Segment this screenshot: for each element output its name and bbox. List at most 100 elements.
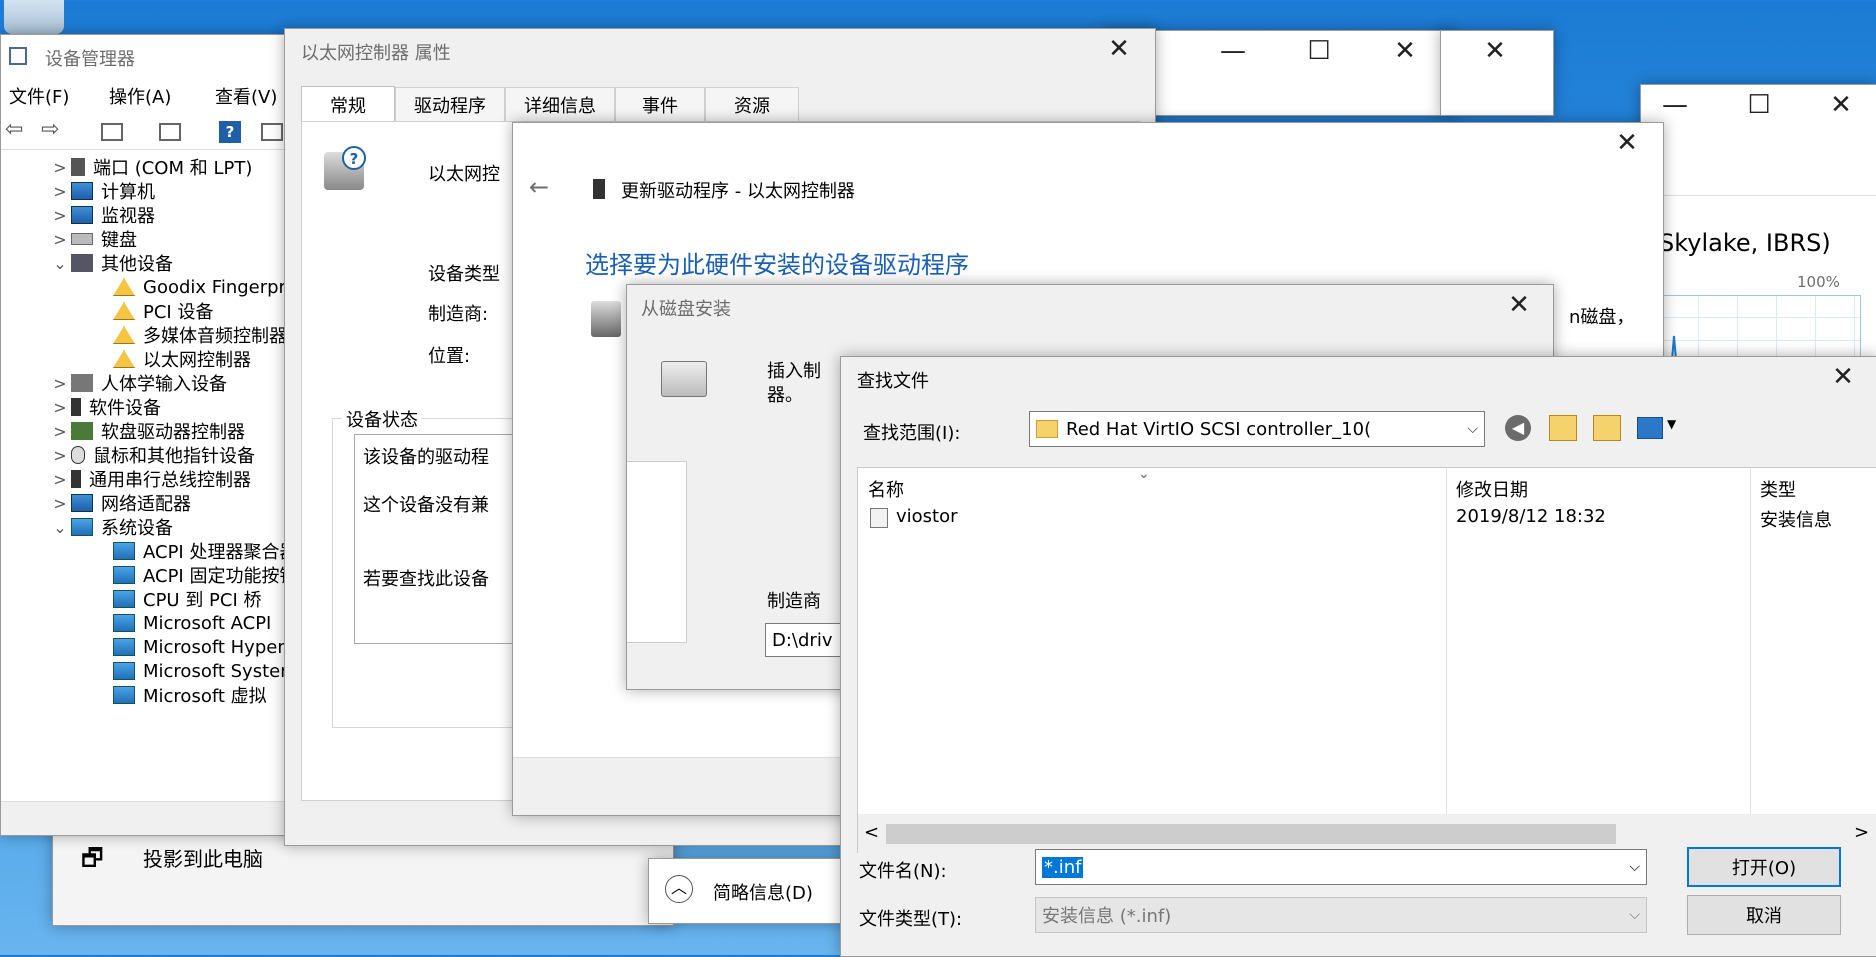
file-list[interactable]: 名称 ⌄ 修改日期 类型 viostor 2019/8/12 18:32 安装信…: [857, 466, 1876, 854]
chevron-down-icon: ⌵: [1467, 421, 1478, 437]
new-folder-icon[interactable]: [1593, 415, 1621, 441]
file-row[interactable]: viostor 2019/8/12 18:32 安装信息: [864, 502, 1874, 532]
expand-arrow-icon[interactable]: >: [49, 182, 71, 201]
column-header-date[interactable]: 修改日期: [1456, 476, 1528, 502]
menu-action[interactable]: 操作(A): [109, 83, 171, 109]
forward-arrow-icon[interactable]: ⇨: [41, 117, 59, 142]
scan-icon[interactable]: [261, 123, 283, 141]
column-header-type[interactable]: 类型: [1760, 476, 1796, 502]
tree-label: Microsoft ACPI: [143, 612, 272, 634]
chevron-down-icon: ⌵: [1629, 907, 1640, 923]
cancel-button[interactable]: 取消: [1687, 895, 1841, 935]
expand-arrow-icon[interactable]: >: [49, 446, 71, 465]
device-icon: [591, 301, 621, 337]
cpu-percent: 100%: [1797, 273, 1840, 291]
filename-value: *.inf: [1042, 856, 1084, 878]
collapse-chevron-icon[interactable]: ︿: [665, 875, 693, 903]
column-header-name[interactable]: 名称: [868, 476, 904, 502]
dialog-title: 以太网控制器 属性: [301, 43, 451, 64]
system-device-icon: [113, 686, 135, 704]
scroll-thumb[interactable]: [886, 824, 1616, 844]
menu-file[interactable]: 文件(F): [9, 83, 69, 109]
find-file-window: 查找文件 ✕ 查找范围(I): Red Hat VirtIO SCSI cont…: [840, 356, 1876, 957]
scroll-left-icon[interactable]: <: [864, 822, 879, 843]
device-name: 以太网控: [428, 164, 500, 185]
filetype-dropdown[interactable]: 安装信息 (*.inf) ⌵: [1035, 897, 1647, 933]
device-type-label: 设备类型: [428, 264, 500, 285]
look-in-dropdown[interactable]: Red Hat VirtIO SCSI controller_10( ⌵: [1029, 411, 1485, 447]
expand-arrow-icon[interactable]: >: [49, 374, 71, 393]
properties-icon[interactable]: [101, 123, 123, 141]
horizontal-scrollbar[interactable]: [1, 801, 291, 835]
toolbar: ⇦ ⇨ ?: [1, 115, 291, 150]
recycle-bin-icon[interactable]: [4, 0, 64, 34]
tab-general[interactable]: 常规: [301, 86, 395, 122]
filetype-value: 安装信息 (*.inf): [1042, 906, 1172, 927]
tree-item[interactable]: Microsoft 虚拟: [113, 681, 267, 709]
back-icon[interactable]: ◀: [1505, 415, 1531, 441]
warning-icon: [113, 278, 135, 296]
floppy-disk-icon: [661, 361, 707, 397]
expand-arrow-icon[interactable]: >: [49, 422, 71, 441]
tab-events[interactable]: 事件: [615, 87, 705, 121]
menu-view[interactable]: 查看(V): [215, 83, 277, 109]
expand-arrow-icon[interactable]: >: [49, 494, 71, 513]
expand-arrow-icon[interactable]: >: [49, 470, 71, 489]
filename-input[interactable]: *.inf ⌵: [1035, 849, 1647, 885]
other-devices-icon: [71, 254, 93, 272]
system-device-icon: [113, 566, 135, 584]
system-devices-icon: [71, 518, 93, 536]
close-icon[interactable]: ✕: [1485, 285, 1553, 325]
up-folder-icon[interactable]: [1549, 415, 1577, 441]
system-device-icon: [113, 590, 135, 608]
dialog-title: 查找文件: [857, 371, 929, 392]
maximize-icon[interactable]: ☐: [1285, 31, 1353, 71]
close-icon[interactable]: ✕: [1371, 31, 1439, 71]
status-line: 若要查找此设备: [363, 569, 489, 590]
collapse-arrow-icon[interactable]: ⌄: [49, 254, 71, 273]
wizard-trailing-text: n磁盘，: [1569, 307, 1635, 328]
expand-arrow-icon[interactable]: >: [49, 158, 71, 177]
expand-arrow-icon[interactable]: >: [49, 230, 71, 249]
close-icon[interactable]: ✕: [1085, 29, 1153, 69]
open-button[interactable]: 打开(O): [1687, 847, 1841, 887]
close-icon[interactable]: ✕: [1593, 123, 1661, 163]
tab-strip: 常规 驱动程序 详细信息 事件 资源: [301, 86, 1141, 122]
back-arrow-icon[interactable]: ⇦: [5, 117, 23, 142]
scroll-right-icon[interactable]: >: [1854, 822, 1869, 843]
look-in-label: 查找范围(I):: [863, 423, 961, 444]
device-tree: > 端口 (COM 和 LPT) > 计算机 > 监视器 > 键盘 ⌄ 其他设备 Good…: [1, 153, 291, 803]
maximize-icon[interactable]: ☐: [1725, 85, 1793, 125]
close-icon[interactable]: ✕: [1809, 357, 1876, 397]
minimize-icon[interactable]: —: [1199, 31, 1267, 71]
project-label[interactable]: 投影到此电脑: [143, 843, 263, 872]
cpu-name: Skylake, IBRS): [1659, 229, 1831, 257]
minimize-icon[interactable]: —: [1641, 85, 1709, 125]
wizard-title: 更新驱动程序 - 以太网控制器: [621, 181, 855, 202]
system-device-icon: [113, 614, 135, 632]
close-icon[interactable]: ✕: [1461, 31, 1529, 71]
device-manager-window: 设备管理器 文件(F) 操作(A) 查看(V) ⇦ ⇨ ? > 端口 (COM 和…: [0, 34, 292, 836]
view-icon[interactable]: [159, 123, 181, 141]
tab-resources[interactable]: 资源: [705, 87, 799, 121]
expand-arrow-icon[interactable]: >: [49, 206, 71, 225]
filename-label: 文件名(N):: [859, 861, 947, 882]
view-menu-icon[interactable]: [1637, 417, 1663, 439]
file-name: viostor: [896, 506, 958, 527]
close-icon[interactable]: ✕: [1807, 85, 1875, 125]
chevron-down-icon[interactable]: ⌵: [1629, 859, 1640, 875]
expand-arrow-icon[interactable]: >: [49, 398, 71, 417]
collapse-arrow-icon[interactable]: ⌄: [49, 518, 71, 537]
port-icon: [71, 158, 85, 176]
status-group-label: 设备状态: [342, 406, 422, 432]
status-line: 这个设备没有兼: [363, 495, 489, 516]
brief-info-label[interactable]: 简略信息(D): [713, 879, 813, 905]
back-arrow-icon[interactable]: ←: [529, 173, 549, 201]
device-manager-icon: [9, 47, 27, 65]
help-icon[interactable]: ?: [219, 121, 241, 143]
network-adapter-icon: [71, 494, 93, 512]
tab-driver[interactable]: 驱动程序: [395, 87, 505, 121]
warning-icon: [113, 302, 135, 320]
view-menu-chevron-icon[interactable]: ▼: [1667, 417, 1676, 431]
tab-details[interactable]: 详细信息: [505, 87, 615, 121]
